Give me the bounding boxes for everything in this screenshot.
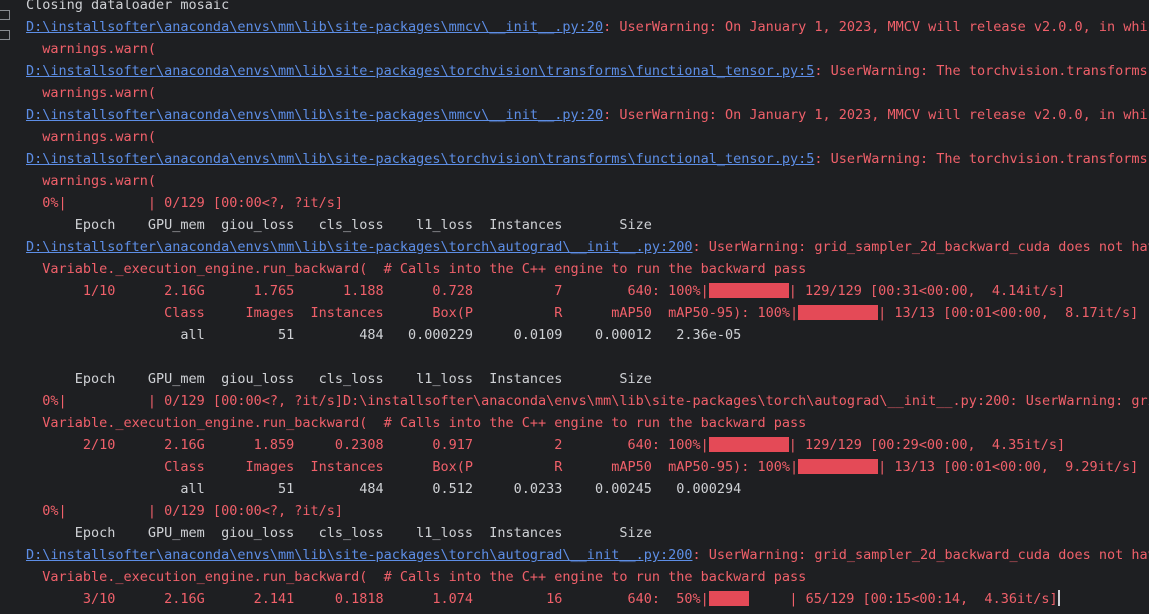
- progress-prefix: Class Images Instances Box(P R mAP50 mAP…: [26, 459, 799, 475]
- console-line: 3/10 2.16G 2.141 0.1818 1.074 16 640: 50…: [26, 588, 1060, 610]
- console-line: D:\installsofter\anaconda\envs\mm\lib\si…: [26, 104, 1149, 126]
- warning-text: warnings.warn(: [26, 173, 157, 189]
- output-text: Closing dataloader mosaic: [26, 0, 230, 13]
- progress-bar-fill: [708, 437, 789, 452]
- progress-prefix: 3/10 2.16G 2.141 0.1818 1.074 16 640: 50…: [26, 591, 709, 607]
- warning-message: : UserWarning: On January 1, 2023, MMCV …: [603, 107, 1149, 123]
- progress-suffix: | 129/129 [00:29<00:00, 4.35it/s]: [788, 437, 1066, 453]
- console-line: all 51 484 0.512 0.0233 0.00245 0.000294: [26, 478, 741, 500]
- output-text: all 51 484 0.000229 0.0109 0.00012 2.36e…: [26, 327, 742, 343]
- console-line: Class Images Instances Box(P R mAP50 mAP…: [26, 456, 1138, 478]
- warning-message: : UserWarning: grid_sampler_2d_backward_…: [692, 239, 1149, 255]
- console-line: warnings.warn(: [26, 82, 156, 104]
- console-line: warnings.warn(: [26, 126, 156, 148]
- file-path-link[interactable]: D:\installsofter\anaconda\envs\mm\lib\si…: [26, 151, 814, 167]
- progress-suffix: | 13/13 [00:01<00:00, 8.17it/s]: [878, 305, 1139, 321]
- warning-message: : UserWarning: The torchvision.transform…: [814, 151, 1149, 167]
- warning-text: Variable._execution_engine.run_backward(…: [26, 415, 807, 431]
- warning-text: Variable._execution_engine.run_backward(…: [26, 569, 807, 585]
- console-line: D:\installsofter\anaconda\envs\mm\lib\si…: [26, 60, 1149, 82]
- console-line: D:\installsofter\anaconda\envs\mm\lib\si…: [26, 236, 1149, 258]
- progress-prefix: Class Images Instances Box(P R mAP50 mAP…: [26, 305, 799, 321]
- console-line: 1/10 2.16G 1.765 1.188 0.728 7 640: 100%…: [26, 280, 1065, 302]
- console-line: warnings.warn(: [26, 38, 156, 60]
- console-line: warnings.warn(: [26, 170, 156, 192]
- text-cursor: [1057, 590, 1060, 606]
- output-text: Epoch GPU_mem giou_loss cls_loss l1_loss…: [26, 525, 652, 541]
- output-text: all 51 484 0.512 0.0233 0.00245 0.000294: [26, 481, 742, 497]
- warning-message: : UserWarning: On January 1, 2023, MMCV …: [603, 19, 1149, 35]
- console-line: Variable._execution_engine.run_backward(…: [26, 566, 806, 588]
- console-line: Epoch GPU_mem giou_loss cls_loss l1_loss…: [26, 214, 652, 236]
- warning-text: warnings.warn(: [26, 129, 157, 145]
- console-line: 0%| | 0/129 [00:00<?, ?it/s]D:\installso…: [26, 390, 1149, 412]
- file-path-link[interactable]: D:\installsofter\anaconda\envs\mm\lib\si…: [26, 19, 603, 35]
- warning-message: : UserWarning: The torchvision.transform…: [814, 63, 1149, 79]
- output-text: Epoch GPU_mem giou_loss cls_loss l1_loss…: [26, 217, 652, 233]
- progress-bar-fill: [798, 459, 879, 474]
- console-line: D:\installsofter\anaconda\envs\mm\lib\si…: [26, 544, 1149, 566]
- console-line: Variable._execution_engine.run_backward(…: [26, 258, 806, 280]
- warning-text: warnings.warn(: [26, 41, 157, 57]
- progress-suffix: | 129/129 [00:31<00:00, 4.14it/s]: [788, 283, 1066, 299]
- console-line: Variable._execution_engine.run_backward(…: [26, 412, 806, 434]
- file-path-link[interactable]: D:\installsofter\anaconda\envs\mm\lib\si…: [26, 107, 603, 123]
- console-line: Epoch GPU_mem giou_loss cls_loss l1_loss…: [26, 368, 652, 390]
- console-line: D:\installsofter\anaconda\envs\mm\lib\si…: [26, 16, 1149, 38]
- console-line: Epoch GPU_mem giou_loss cls_loss l1_loss…: [26, 522, 652, 544]
- file-path-link[interactable]: D:\installsofter\anaconda\envs\mm\lib\si…: [26, 239, 692, 255]
- progress-suffix: | 13/13 [00:01<00:00, 9.29it/s]: [878, 459, 1139, 475]
- console-line: 0%| | 0/129 [00:00<?, ?it/s]: [26, 192, 343, 214]
- warning-text: 0%| | 0/129 [00:00<?, ?it/s]: [26, 195, 343, 211]
- progress-bar-fill: [708, 591, 749, 606]
- output-text: Epoch GPU_mem giou_loss cls_loss l1_loss…: [26, 371, 652, 387]
- soft-wrap-icon[interactable]: [0, 10, 10, 20]
- progress-bar-fill: [798, 305, 879, 320]
- scroll-to-end-icon[interactable]: [0, 30, 10, 40]
- progress-bar-fill: [708, 283, 789, 298]
- warning-text: warnings.warn(: [26, 85, 157, 101]
- file-path-link[interactable]: D:\installsofter\anaconda\envs\mm\lib\si…: [26, 63, 814, 79]
- file-path-link[interactable]: D:\installsofter\anaconda\envs\mm\lib\si…: [26, 547, 692, 563]
- console-gutter: [0, 0, 20, 614]
- progress-prefix: 2/10 2.16G 1.859 0.2308 0.917 2 640: 100…: [26, 437, 709, 453]
- warning-text: 0%| | 0/129 [00:00<?, ?it/s]: [26, 503, 343, 519]
- console-line: 0%| | 0/129 [00:00<?, ?it/s]: [26, 500, 343, 522]
- warning-message: : UserWarning: grid_sampler_2d_backward_…: [692, 547, 1149, 563]
- warning-text: Variable._execution_engine.run_backward(…: [26, 261, 807, 277]
- progress-suffix: | 65/129 [00:15<00:14, 4.36it/s]: [748, 591, 1058, 607]
- console-line: Closing dataloader mosaic: [26, 0, 229, 16]
- console-line: Class Images Instances Box(P R mAP50 mAP…: [26, 302, 1138, 324]
- progress-prefix: 1/10 2.16G 1.765 1.188 0.728 7 640: 100%…: [26, 283, 709, 299]
- warning-text: 0%| | 0/129 [00:00<?, ?it/s]D:\installso…: [26, 393, 1149, 409]
- console-line: D:\installsofter\anaconda\envs\mm\lib\si…: [26, 148, 1149, 170]
- console-line: 2/10 2.16G 1.859 0.2308 0.917 2 640: 100…: [26, 434, 1065, 456]
- run-console[interactable]: Closing dataloader mosaic D:\installsofte…: [0, 0, 1149, 614]
- console-line: all 51 484 0.000229 0.0109 0.00012 2.36e…: [26, 324, 741, 346]
